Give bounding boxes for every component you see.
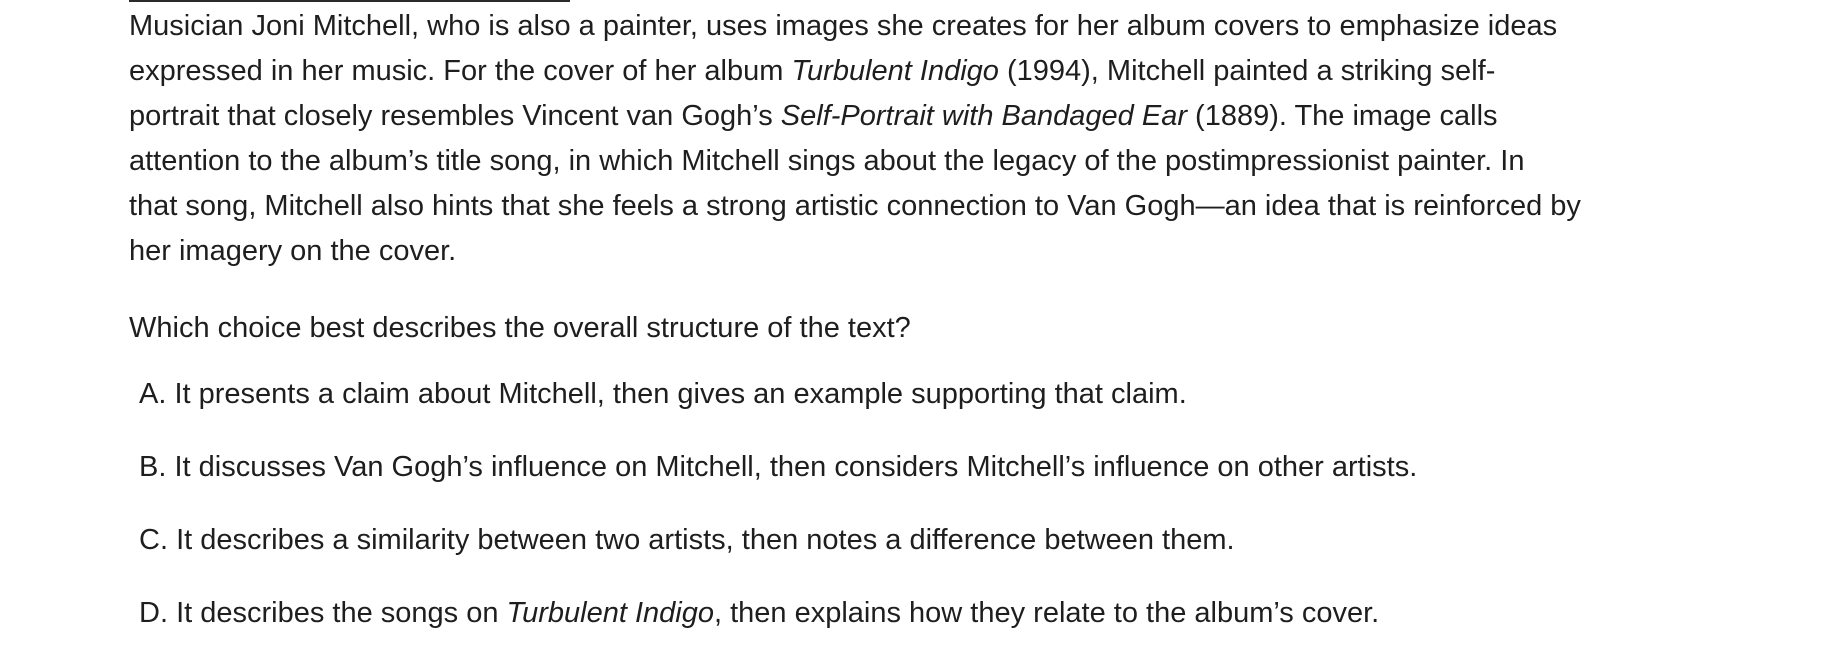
choice-letter: D. [139,597,168,629]
question-prompt: Which choice best describes the overall … [129,312,911,344]
passage-text: Musician Joni Mitchell, who is also a pa… [129,4,1729,274]
painting-title: Self-Portrait with Bandaged Ear [780,100,1187,132]
album-title: Turbulent Indigo [791,55,999,87]
top-divider [129,0,570,2]
choice-text: It presents a claim about Mitchell, then… [174,378,1187,410]
passage-line: Musician Joni Mitchell, who is also a pa… [129,10,1558,42]
choice-letter: B. [139,451,167,483]
passage-line: her imagery on the cover. [129,235,457,267]
answer-choice-b[interactable]: B. It discusses Van Gogh’s influence on … [139,447,1417,487]
choice-text: It describes a similarity between two ar… [176,524,1235,556]
choice-text: It describes the songs on Turbulent Indi… [176,597,1380,629]
answer-choice-d[interactable]: D. It describes the songs on Turbulent I… [139,593,1379,633]
answer-choice-a[interactable]: A. It presents a claim about Mitchell, t… [139,374,1187,414]
album-title: Turbulent Indigo [506,597,714,629]
passage-line: attention to the album’s title song, in … [129,145,1525,177]
choice-letter: A. [139,378,167,410]
choice-text: It discusses Van Gogh’s influence on Mit… [174,451,1418,483]
passage-line: expressed in her music. For the cover of… [129,55,1496,87]
choice-letter: C. [139,524,168,556]
answer-choice-c[interactable]: C. It describes a similarity between two… [139,520,1235,560]
passage-line: portrait that closely resembles Vincent … [129,100,1498,132]
passage-line: that song, Mitchell also hints that she … [129,190,1581,222]
